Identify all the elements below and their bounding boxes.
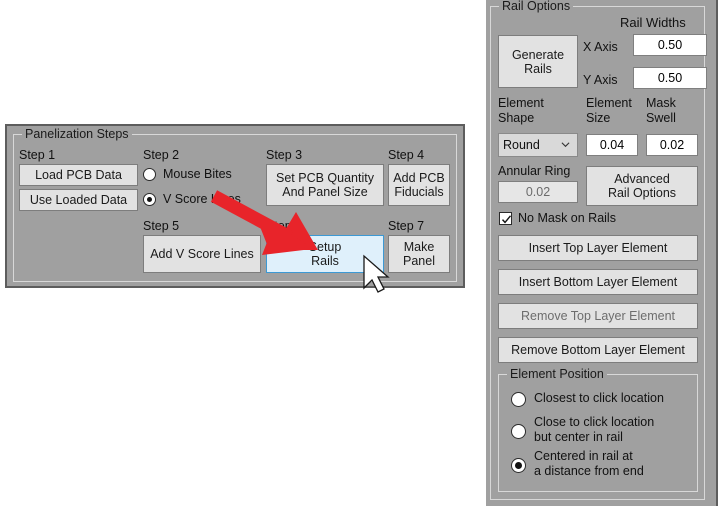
add-v-score-lines-button[interactable]: Add V Score Lines bbox=[143, 235, 261, 273]
radio-v-score-lines-label: V Score Lines bbox=[163, 192, 241, 206]
radio-centered-in-rail-distance-from-end[interactable] bbox=[511, 458, 526, 473]
radio-mouse-bites[interactable] bbox=[143, 168, 156, 181]
element-position-title: Element Position bbox=[507, 367, 607, 381]
radio-closest-to-click-location-label: Closest to click location bbox=[534, 391, 664, 405]
radio-v-score-lines[interactable] bbox=[143, 193, 156, 206]
step-5-label: Step 5 bbox=[143, 219, 180, 233]
rail-options-title: Rail Options bbox=[499, 0, 574, 13]
element-shape-label: Element Shape bbox=[498, 96, 544, 125]
step-7-label: Step 7 bbox=[388, 219, 425, 233]
make-panel-button[interactable]: Make Panel bbox=[388, 235, 450, 273]
annular-ring-label: Annular Ring bbox=[498, 164, 571, 178]
no-mask-on-rails-checkbox[interactable] bbox=[499, 212, 512, 225]
set-pcb-quantity-button[interactable]: Set PCB Quantity And Panel Size bbox=[266, 164, 384, 206]
panel-right-seam bbox=[716, 0, 718, 506]
insert-top-layer-element-button[interactable]: Insert Top Layer Element bbox=[498, 235, 698, 261]
checkmark-icon bbox=[501, 215, 512, 224]
radio-centered-in-rail-distance-from-end-label: Centered in rail at a distance from end bbox=[534, 449, 644, 478]
radio-closest-to-click-location[interactable] bbox=[511, 392, 526, 407]
remove-bottom-layer-element-button[interactable]: Remove Bottom Layer Element bbox=[498, 337, 698, 363]
radio-mouse-bites-label: Mouse Bites bbox=[163, 167, 232, 181]
element-size-label: Element Size bbox=[586, 96, 632, 125]
mask-swell-input[interactable]: 0.02 bbox=[646, 134, 698, 156]
insert-bottom-layer-element-button[interactable]: Insert Bottom Layer Element bbox=[498, 269, 698, 295]
element-shape-value: Round bbox=[503, 138, 540, 152]
no-mask-on-rails-label: No Mask on Rails bbox=[518, 211, 616, 225]
generate-rails-button[interactable]: Generate Rails bbox=[498, 35, 578, 88]
load-pcb-data-button[interactable]: Load PCB Data bbox=[19, 164, 138, 186]
advanced-rail-options-button[interactable]: Advanced Rail Options bbox=[586, 166, 698, 206]
annular-ring-input[interactable]: 0.02 bbox=[498, 181, 578, 203]
step-6-label: Step 6 bbox=[266, 219, 303, 233]
panelization-steps-panel: Panelization Steps Step 1 Step 2 Step 3 … bbox=[5, 124, 465, 288]
rail-options-panel: Rail Options Rail Widths Generate Rails … bbox=[486, 0, 716, 506]
step-1-label: Step 1 bbox=[19, 148, 56, 162]
remove-top-layer-element-button[interactable]: Remove Top Layer Element bbox=[498, 303, 698, 329]
element-shape-select[interactable]: Round bbox=[498, 133, 578, 157]
step-2-label: Step 2 bbox=[143, 148, 180, 162]
y-axis-input[interactable]: 0.50 bbox=[633, 67, 707, 89]
element-size-input[interactable]: 0.04 bbox=[586, 134, 638, 156]
add-pcb-fiducials-button[interactable]: Add PCB Fiducials bbox=[388, 164, 450, 206]
radio-close-to-click-center-in-rail-label: Close to click location but center in ra… bbox=[534, 415, 655, 444]
panelization-steps-title: Panelization Steps bbox=[22, 127, 132, 141]
x-axis-label: X Axis bbox=[583, 40, 618, 54]
rail-widths-label: Rail Widths bbox=[620, 15, 686, 30]
step-4-label: Step 4 bbox=[388, 148, 425, 162]
setup-rails-button[interactable]: Setup Rails bbox=[266, 235, 384, 273]
use-loaded-data-button[interactable]: Use Loaded Data bbox=[19, 189, 138, 211]
chevron-down-icon bbox=[561, 142, 570, 148]
radio-close-to-click-center-in-rail[interactable] bbox=[511, 424, 526, 439]
step-3-label: Step 3 bbox=[266, 148, 303, 162]
mask-swell-label: Mask Swell bbox=[646, 96, 676, 125]
y-axis-label: Y Axis bbox=[583, 73, 618, 87]
x-axis-input[interactable]: 0.50 bbox=[633, 34, 707, 56]
